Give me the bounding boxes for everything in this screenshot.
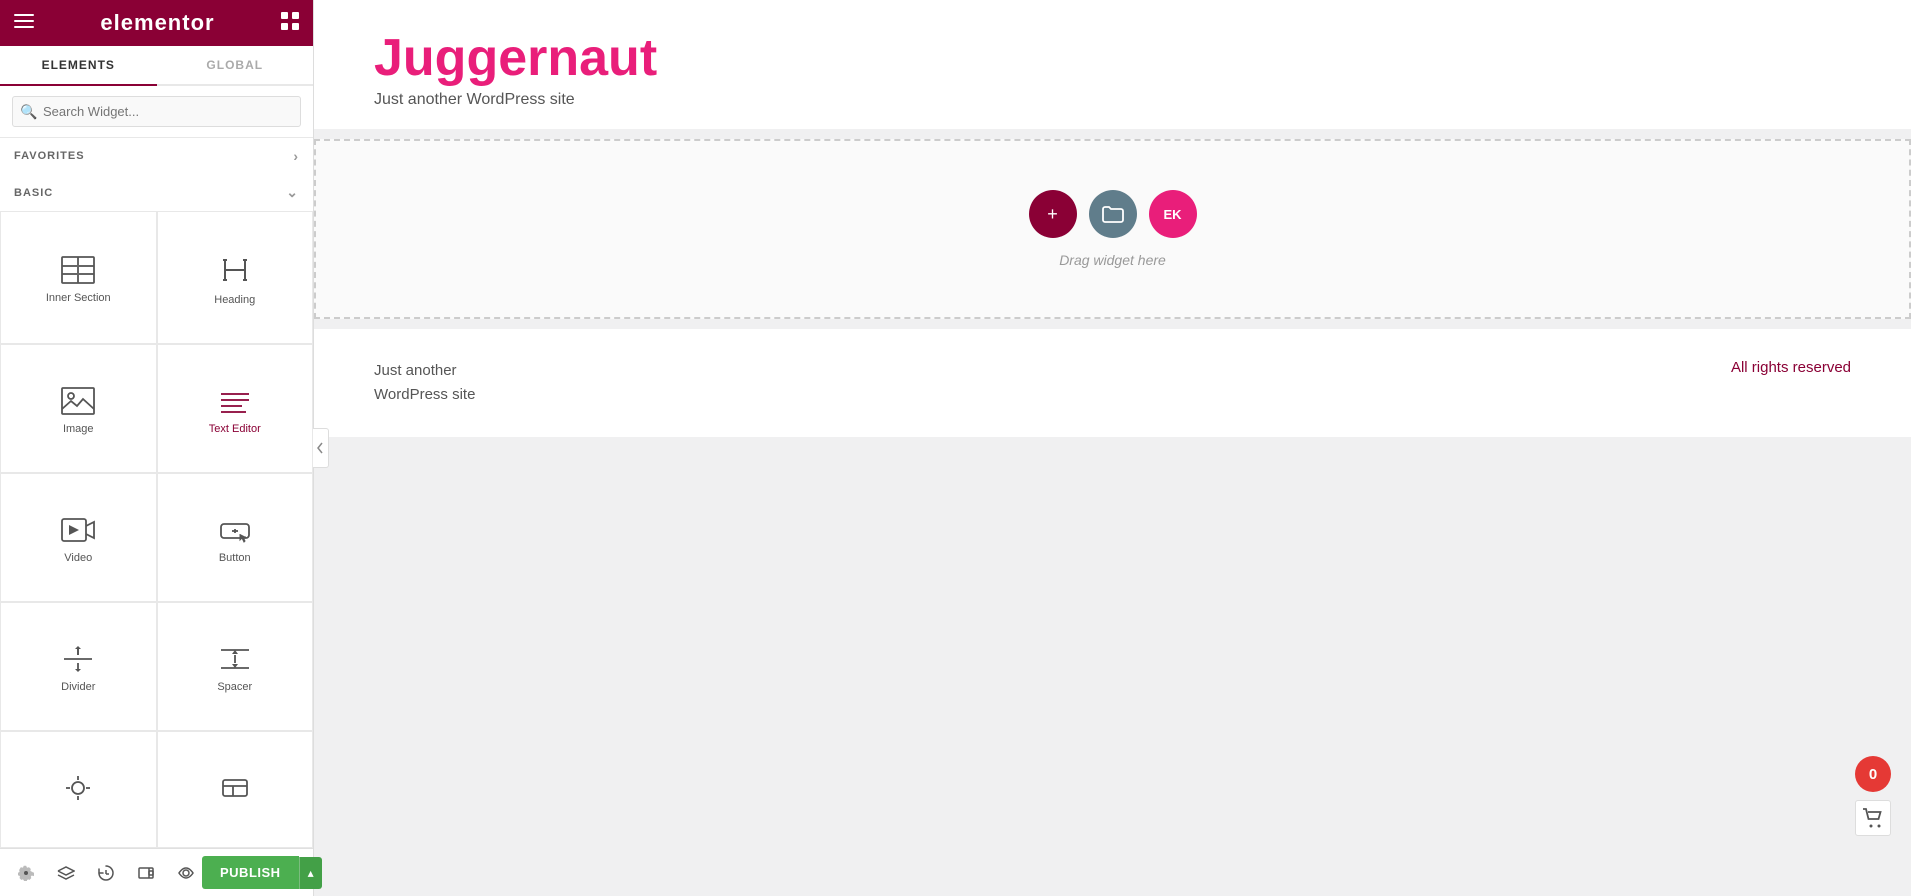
heading-label: Heading: [214, 294, 255, 306]
tab-global[interactable]: GLOBAL: [157, 46, 314, 84]
elementor-logo: elementor: [100, 10, 214, 36]
site-subtitle: Just another WordPress site: [374, 91, 1851, 109]
divider-icon: [61, 645, 95, 673]
footer-icons: [10, 857, 202, 889]
more1-icon: [62, 774, 94, 802]
inner-section-label: Inner Section: [46, 292, 111, 304]
drag-hint: Drag widget here: [1059, 252, 1166, 268]
ek-button[interactable]: EK: [1149, 190, 1197, 238]
widget-more2[interactable]: [157, 731, 314, 848]
responsive-icon[interactable]: [130, 857, 162, 889]
spacer-icon: [218, 645, 252, 673]
search-icon: 🔍: [20, 103, 37, 120]
basic-section[interactable]: BASIC ⌄: [0, 174, 313, 211]
video-label: Video: [64, 552, 92, 564]
basic-chevron: ⌄: [286, 184, 299, 201]
widget-heading[interactable]: Heading: [157, 211, 314, 344]
publish-dropdown-button[interactable]: ▴: [299, 857, 322, 889]
heading-icon: [219, 254, 251, 286]
video-icon: [61, 516, 95, 544]
footer-left-text: Just another WordPress site: [374, 359, 475, 407]
cart-badge: 0: [1855, 756, 1891, 792]
history-icon[interactable]: [90, 857, 122, 889]
sidebar-tabs: ELEMENTS GLOBAL: [0, 46, 313, 86]
site-header: Juggernaut Just another WordPress site: [314, 0, 1911, 129]
sidebar: elementor ELEMENTS GLOBAL 🔍 FAVORITES › …: [0, 0, 314, 896]
layers-icon[interactable]: [50, 857, 82, 889]
widget-more1[interactable]: [0, 731, 157, 848]
settings-icon[interactable]: [10, 857, 42, 889]
drop-zone[interactable]: + EK Drag widget here: [314, 139, 1911, 319]
divider-label: Divider: [61, 681, 95, 693]
image-label: Image: [63, 423, 94, 435]
favorites-label: FAVORITES: [14, 150, 85, 162]
more2-icon: [219, 774, 251, 802]
widget-button[interactable]: Button: [157, 473, 314, 602]
publish-button-group: PUBLISH ▴: [202, 856, 322, 889]
hamburger-icon[interactable]: [14, 14, 34, 33]
text-editor-label: Text Editor: [209, 423, 261, 435]
add-widget-button[interactable]: +: [1029, 190, 1077, 238]
favorites-section[interactable]: FAVORITES ›: [0, 138, 313, 174]
collapse-handle[interactable]: [313, 428, 329, 468]
image-icon: [61, 387, 95, 415]
widget-image[interactable]: Image: [0, 344, 157, 473]
favorites-chevron: ›: [293, 148, 299, 164]
site-title: Juggernaut: [374, 30, 1851, 87]
main-canvas: Juggernaut Just another WordPress site +…: [314, 0, 1911, 896]
sidebar-footer: PUBLISH ▴: [0, 848, 313, 896]
widget-video[interactable]: Video: [0, 473, 157, 602]
publish-button[interactable]: PUBLISH: [202, 856, 299, 889]
basic-label: BASIC: [14, 187, 53, 199]
site-footer-area: Just another WordPress site All rights r…: [314, 329, 1911, 437]
drop-zone-buttons: + EK: [1029, 190, 1197, 238]
footer-right-text: All rights reserved: [1731, 359, 1851, 376]
search-input[interactable]: [12, 96, 301, 127]
text-editor-icon: [218, 387, 252, 415]
template-button[interactable]: [1089, 190, 1137, 238]
button-label: Button: [219, 552, 251, 564]
button-icon: [218, 516, 252, 544]
search-container: 🔍: [0, 86, 313, 138]
widgets-grid: Inner Section Heading: [0, 211, 313, 848]
widget-text-editor[interactable]: Text Editor: [157, 344, 314, 473]
sidebar-header: elementor: [0, 0, 313, 46]
cart-icon[interactable]: [1855, 800, 1891, 836]
grid-icon[interactable]: [281, 12, 299, 35]
preview-icon[interactable]: [170, 857, 202, 889]
spacer-label: Spacer: [217, 681, 252, 693]
widget-divider[interactable]: Divider: [0, 602, 157, 731]
widget-inner-section[interactable]: Inner Section: [0, 211, 157, 344]
tab-elements[interactable]: ELEMENTS: [0, 46, 157, 84]
widget-spacer[interactable]: Spacer: [157, 602, 314, 731]
cart-area: 0: [1855, 756, 1891, 836]
inner-section-icon: [61, 256, 95, 284]
